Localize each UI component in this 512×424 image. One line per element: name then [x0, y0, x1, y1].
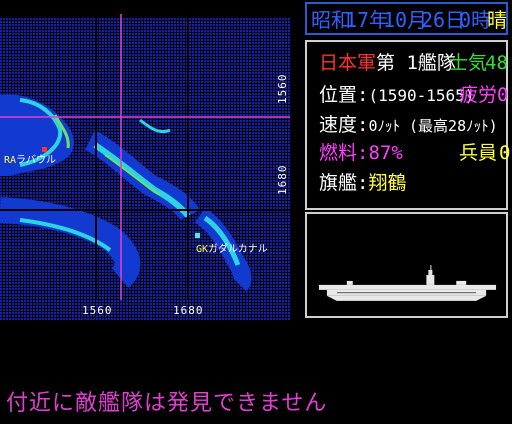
- base-label-guadalcanal[interactable]: GKガダルカナル: [196, 242, 268, 255]
- speed-label: 速度:: [319, 114, 369, 136]
- grid-x-label-1680: 1680: [173, 304, 204, 317]
- fuel-row: 燃料:87% 兵員 0: [319, 142, 510, 164]
- fuel-value: 87%: [368, 142, 403, 164]
- troops-value: 0: [499, 142, 511, 164]
- grid-y-label-1680: 1680: [276, 164, 289, 196]
- grid-x-label-1560: 1560: [82, 304, 113, 317]
- flagship-value: 翔鶴: [368, 172, 407, 194]
- sea-map[interactable]: RAラバウル GKガダルカナル: [0, 0, 290, 320]
- speed-value: 0ﾉｯﾄ (最高28ﾉｯﾄ): [368, 117, 498, 135]
- flagship-image-panel: [305, 212, 508, 318]
- speed-row: 速度:0ﾉｯﾄ (最高28ﾉｯﾄ): [319, 114, 498, 137]
- troops-label: 兵員: [459, 142, 498, 164]
- position-row: 位置:(1590-1565) 疲労 0: [319, 84, 508, 107]
- base-label-rabaul[interactable]: RAラバウル: [4, 154, 56, 166]
- fleet-name: 第 1艦隊: [376, 52, 456, 74]
- grid-y-label-1560: 1560: [276, 73, 289, 105]
- position-label: 位置:: [319, 84, 369, 106]
- fuel-label: 燃料:: [319, 142, 369, 164]
- flagship-label: 旗艦:: [319, 172, 369, 194]
- fleet-name-row: 日本軍第 1艦隊 士気 48: [319, 52, 508, 74]
- status-message: 付近に敵艦隊は発見できません: [6, 391, 328, 416]
- base-marker-cyan-icon[interactable]: [195, 233, 200, 238]
- date-panel: 昭和 17年 10月 26日 0時 0時 晴: [305, 2, 508, 35]
- fatigue-value: 0: [497, 84, 509, 106]
- aircraft-carrier-silhouette-icon: [318, 265, 497, 301]
- flagship-row: 旗艦:翔鶴: [319, 172, 406, 194]
- morale-label: 士気: [449, 52, 488, 74]
- fleet-side: 日本軍: [319, 52, 377, 74]
- fatigue-label: 疲労: [459, 84, 498, 106]
- fleet-info-panel: 日本軍第 1艦隊 士気 48 位置:(1590-1565) 疲労 0 速度:0ﾉ…: [305, 40, 510, 210]
- base-marker-red-icon[interactable]: [42, 147, 47, 152]
- weather-indicator: 晴: [487, 8, 507, 32]
- morale-value: 48: [485, 52, 508, 74]
